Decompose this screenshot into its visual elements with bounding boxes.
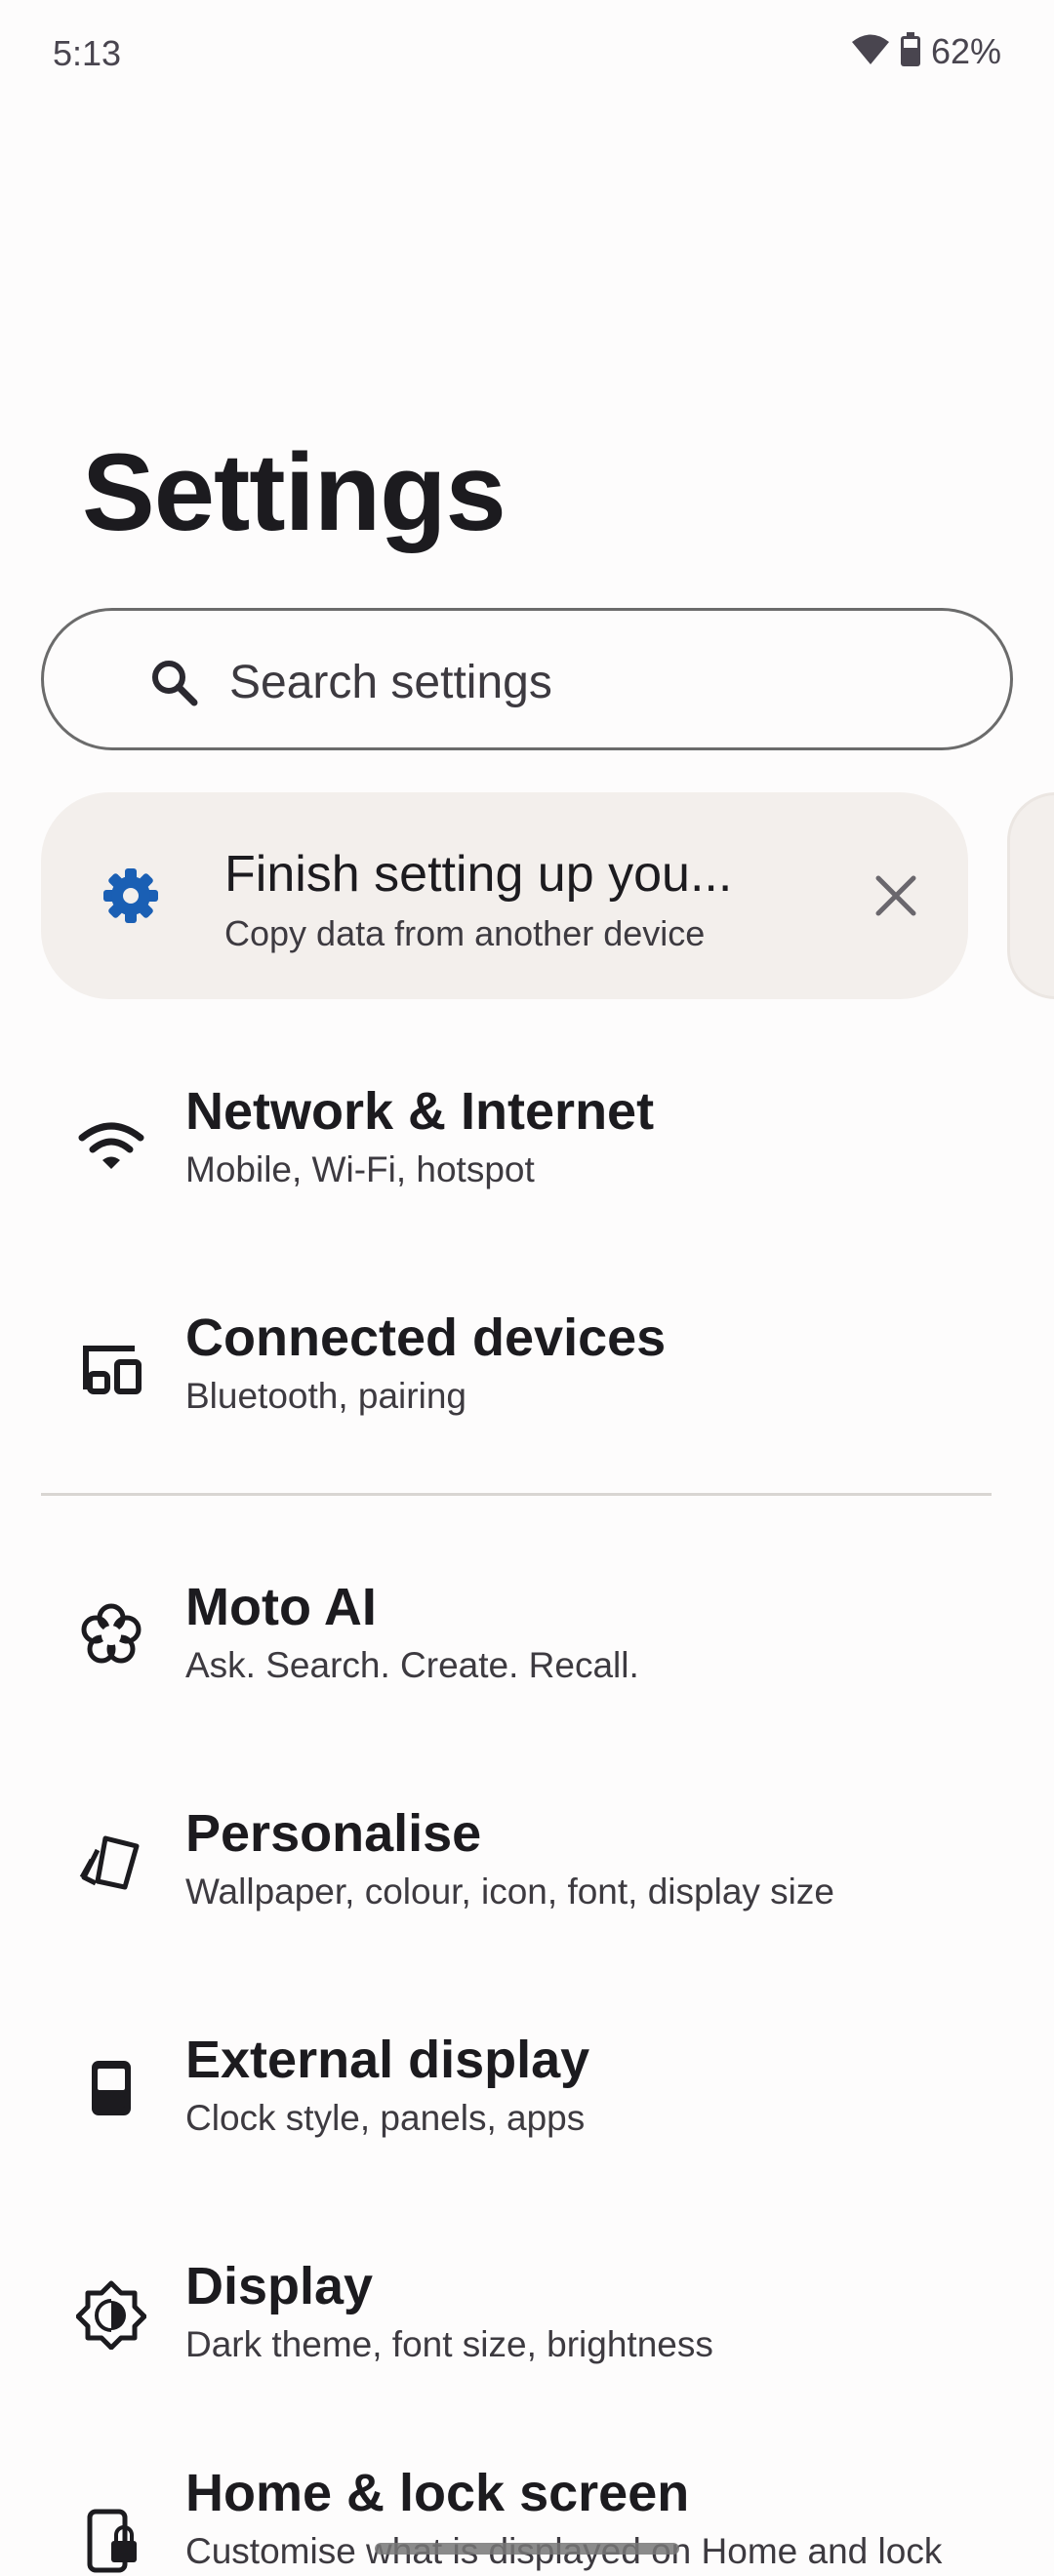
next-suggestion-card[interactable] <box>1007 792 1054 999</box>
settings-item-connected-devices[interactable]: Connected devices Bluetooth, pairing <box>0 1280 1054 1475</box>
settings-item-subtitle: Dark theme, font size, brightness <box>185 2324 713 2364</box>
status-time: 5:13 <box>53 33 122 73</box>
settings-item-subtitle: Bluetooth, pairing <box>185 1376 466 1416</box>
gesture-nav-handle[interactable] <box>375 2543 679 2555</box>
close-icon[interactable] <box>871 870 921 926</box>
section-divider <box>41 1493 992 1496</box>
page-title: Settings <box>82 431 507 553</box>
suggestion-title: Finish setting up you... <box>224 846 733 903</box>
settings-item-moto-ai[interactable]: Moto AI Ask. Search. Create. Recall. <box>0 1550 1054 1745</box>
setup-suggestion-card[interactable]: Finish setting up you... Copy data from … <box>41 792 968 999</box>
palette-cards-icon <box>76 1827 146 1902</box>
settings-item-network[interactable]: Network & Internet Mobile, Wi-Fi, hotspo… <box>0 1054 1054 1249</box>
settings-item-personalise[interactable]: Personalise Wallpaper, colour, icon, fon… <box>0 1776 1054 1971</box>
battery-icon <box>900 31 921 72</box>
settings-item-title: External display <box>185 2031 590 2089</box>
wifi-icon <box>76 1110 146 1186</box>
status-icons: 62% <box>851 31 1001 72</box>
search-placeholder: Search settings <box>229 657 552 708</box>
devices-icon <box>76 1335 146 1410</box>
search-icon <box>149 658 200 713</box>
gear-icon <box>101 866 160 930</box>
settings-item-title: Personalise <box>185 1804 482 1863</box>
search-bar[interactable]: Search settings <box>41 608 1013 750</box>
phone-lock-icon <box>76 2506 146 2576</box>
settings-item-title: Display <box>185 2257 374 2315</box>
brightness-icon <box>75 2279 147 2355</box>
battery-percent: 62% <box>930 31 1001 71</box>
settings-item-display[interactable]: Display Dark theme, font size, brightnes… <box>0 2229 1054 2424</box>
settings-item-subtitle: Wallpaper, colour, icon, font, display s… <box>185 1872 834 1912</box>
settings-item-title: Connected devices <box>185 1308 667 1367</box>
external-display-icon <box>76 2053 146 2128</box>
settings-item-subtitle: Ask. Search. Create. Recall. <box>185 1645 639 1685</box>
settings-item-external-display[interactable]: External display Clock style, panels, ap… <box>0 2002 1054 2197</box>
settings-item-title: Network & Internet <box>185 1082 655 1141</box>
settings-item-title: Home & lock screen <box>185 2464 690 2522</box>
settings-item-home-lock-screen[interactable]: Home & lock screen Customise what is dis… <box>0 2439 1054 2576</box>
settings-item-subtitle: Mobile, Wi-Fi, hotspot <box>185 1149 535 1189</box>
settings-screen: 5:13 62% Settings Search settings Finish… <box>0 0 1054 2576</box>
ai-flower-icon <box>76 1600 146 1675</box>
suggestion-subtitle: Copy data from another device <box>224 913 706 953</box>
settings-item-subtitle: Clock style, panels, apps <box>185 2098 586 2138</box>
settings-item-title: Moto AI <box>185 1578 377 1636</box>
wifi-icon <box>851 33 890 71</box>
status-bar: 5:13 62% <box>0 0 1054 107</box>
